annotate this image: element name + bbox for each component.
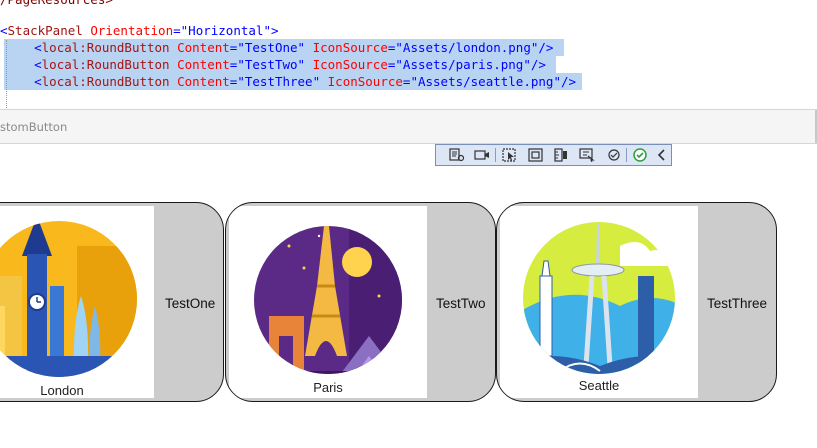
collapse-chevron-icon[interactable] — [654, 148, 670, 162]
toolbar-separator — [626, 148, 627, 162]
design-toolbar — [435, 144, 672, 166]
image-caption-seattle: Seattle — [578, 378, 620, 393]
ruler-icon[interactable] — [553, 148, 569, 162]
view-icon[interactable] — [606, 148, 622, 162]
london-icon — [0, 221, 137, 377]
round-button-testthree[interactable]: Seattle TestThree — [496, 202, 777, 402]
london-image: London — [0, 206, 154, 398]
code-line-stackpanel: <StackPanel Orientation="Horizontal"> — [0, 23, 279, 38]
button-content-testone: TestOne — [165, 296, 216, 311]
tab-custom-button[interactable]: stomButton — [0, 120, 67, 134]
toolbar-separator — [495, 148, 496, 162]
frame-icon[interactable] — [528, 148, 544, 162]
code-line-roundbutton-3: <local:RoundButton Content="TestThree" I… — [34, 74, 577, 89]
seattle-image: Seattle — [500, 206, 698, 398]
check-icon[interactable] — [632, 148, 648, 162]
code-line-roundbutton-2: <local:RoundButton Content="TestTwo" Ico… — [34, 57, 546, 72]
button-content-testtwo: TestTwo — [436, 296, 486, 311]
designer-tab-strip: stomButton — [0, 109, 817, 144]
canvas-margin — [777, 167, 817, 448]
select-element-icon[interactable] — [449, 148, 465, 162]
pointer-icon[interactable] — [502, 148, 518, 162]
code-line-roundbutton-1: <local:RoundButton Content="TestOne" Ico… — [34, 40, 554, 55]
paris-image: Paris — [229, 206, 427, 398]
image-caption-paris: Paris — [313, 380, 343, 395]
paris-icon — [254, 226, 402, 374]
code-line-page-resources: /PageResources> — [0, 0, 113, 8]
snap-icon[interactable] — [579, 148, 595, 162]
seattle-icon — [523, 222, 675, 374]
image-caption-london: London — [40, 383, 84, 398]
device-preview-icon[interactable] — [474, 148, 490, 162]
round-button-testtwo[interactable]: Paris TestTwo — [225, 202, 496, 402]
xaml-code-editor[interactable]: /PageResources> <StackPanel Orientation=… — [0, 0, 817, 108]
round-button-testone[interactable]: London TestOne — [0, 202, 224, 402]
button-content-testthree: TestThree — [707, 296, 768, 311]
